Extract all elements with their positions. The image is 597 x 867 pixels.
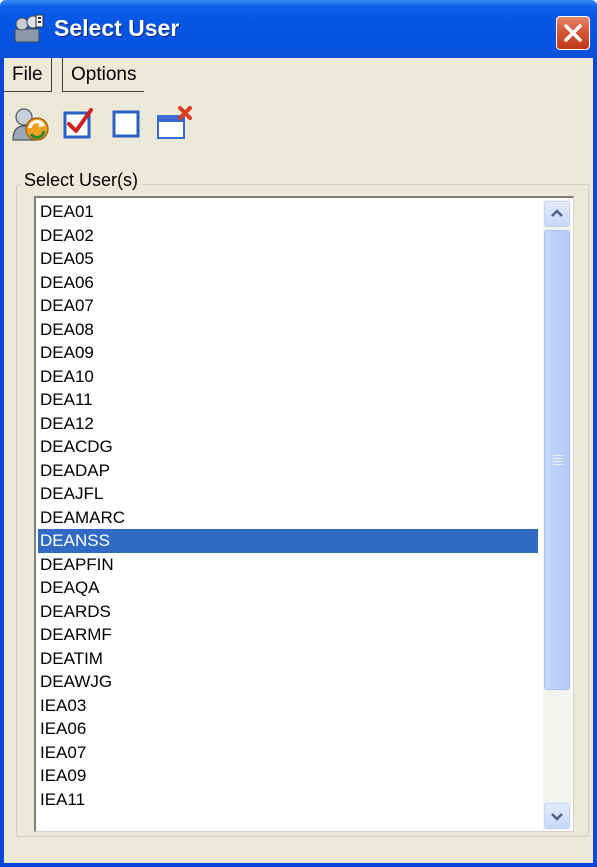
list-item[interactable]: DEARMF — [38, 623, 538, 647]
clear-selection-icon[interactable] — [106, 104, 146, 144]
list-item[interactable]: DEATIM — [38, 647, 538, 671]
list-item[interactable]: DEAMARC — [38, 506, 538, 530]
thumb-grip — [553, 461, 563, 462]
list-item[interactable]: DEA09 — [38, 341, 538, 365]
list-item[interactable]: DEA02 — [38, 224, 538, 248]
select-all-checkbox-icon[interactable] — [58, 104, 98, 144]
list-item[interactable]: DEA07 — [38, 294, 538, 318]
list-item[interactable]: DEANSS — [38, 529, 538, 553]
list-item[interactable]: DEAWJG — [38, 670, 538, 694]
scroll-up-button[interactable] — [544, 201, 570, 227]
thumb-grip — [553, 464, 563, 465]
list-item[interactable]: IEA03 — [38, 694, 538, 718]
close-button[interactable] — [556, 16, 590, 50]
close-icon — [564, 24, 582, 42]
list-item[interactable]: IEA09 — [38, 764, 538, 788]
list-item[interactable]: IEA11 — [38, 788, 538, 812]
scrollbar-thumb[interactable] — [544, 230, 570, 690]
user-listbox[interactable]: DEA01 DEA02 DEA05 DEA06 DEA07 DEA08 DEA09 DEA10… — [34, 196, 574, 832]
list-item[interactable]: DEACDG — [38, 435, 538, 459]
refresh-users-icon[interactable] — [10, 104, 50, 144]
list-item[interactable]: DEARDS — [38, 600, 538, 624]
list-item[interactable]: DEA08 — [38, 318, 538, 342]
menu-file[interactable]: File — [4, 58, 52, 92]
chevron-up-icon — [551, 209, 563, 217]
list-item[interactable]: DEA05 — [38, 247, 538, 271]
window-title: Select User — [54, 15, 180, 41]
menu-options[interactable]: Options — [62, 58, 145, 92]
close-window-icon[interactable] — [154, 104, 194, 144]
list-item[interactable]: DEA06 — [38, 271, 538, 295]
client-area: File Options Select User(s) DEA01 DEA02 … — [4, 58, 593, 863]
list-item[interactable]: DEAJFL — [38, 482, 538, 506]
list-item[interactable]: IEA06 — [38, 717, 538, 741]
thumb-grip — [553, 455, 563, 456]
list-item[interactable]: DEA10 — [38, 365, 538, 389]
chevron-down-icon — [551, 813, 563, 821]
list-item[interactable]: DEA01 — [38, 200, 538, 224]
title-bar[interactable]: Select User — [0, 0, 597, 58]
list-item[interactable]: DEA11 — [38, 388, 538, 412]
select-user-window: Select User File Options Select User(s) … — [0, 0, 597, 867]
list-item[interactable]: IEA07 — [38, 741, 538, 765]
menu-bar: File Options — [4, 58, 593, 92]
list-item[interactable]: DEAPFIN — [38, 553, 538, 577]
list-item[interactable]: DEADAP — [38, 459, 538, 483]
thumb-grip — [553, 458, 563, 459]
app-icon — [14, 14, 44, 43]
group-label: Select User(s) — [20, 170, 143, 191]
user-list[interactable]: DEA01 DEA02 DEA05 DEA06 DEA07 DEA08 DEA09 DEA10… — [38, 200, 538, 811]
toolbar — [4, 98, 593, 150]
vertical-scrollbar[interactable] — [543, 200, 571, 830]
scroll-down-button[interactable] — [544, 803, 570, 829]
list-item[interactable]: DEA12 — [38, 412, 538, 436]
list-item[interactable]: DEAQA — [38, 576, 538, 600]
